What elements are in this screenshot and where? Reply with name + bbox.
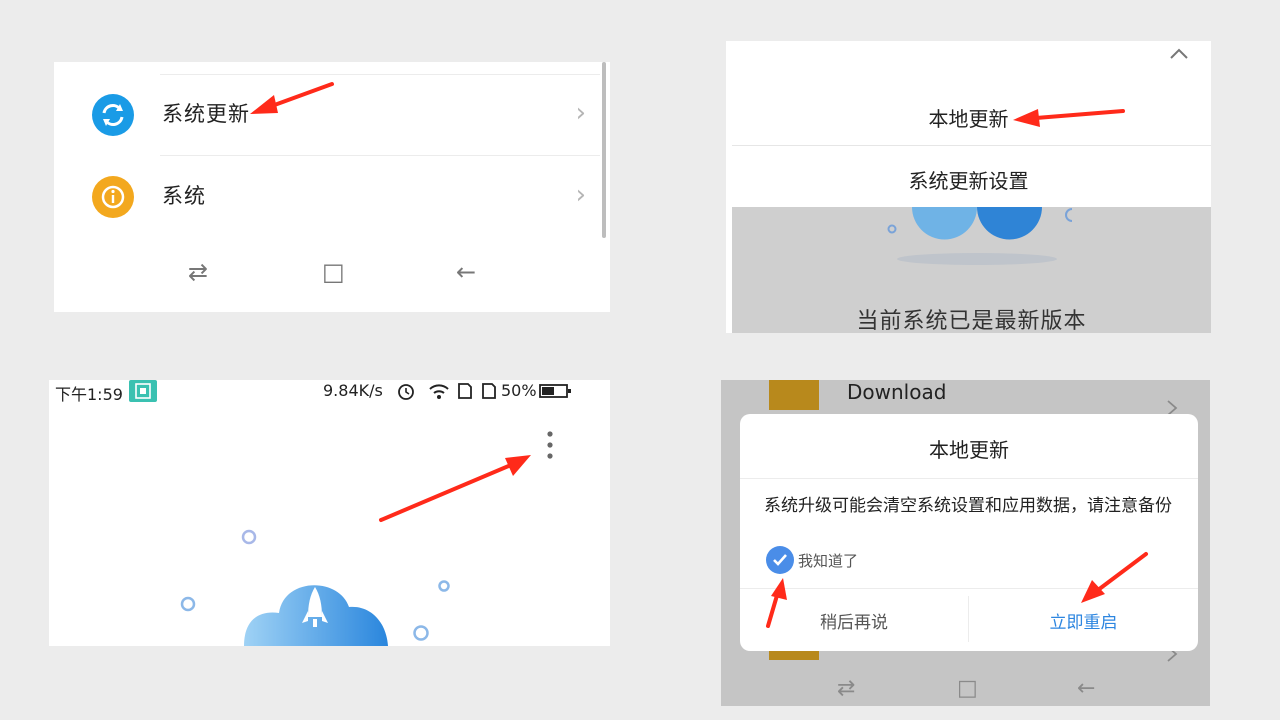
bubbles-illustration xyxy=(887,207,1072,265)
alarm-icon xyxy=(398,384,414,400)
chevron-up-icon[interactable] xyxy=(1168,47,1190,61)
clock-time: 下午1:59 xyxy=(55,385,123,404)
checkbox-label[interactable]: 我知道了 xyxy=(798,550,858,571)
settings-item-system[interactable]: 系统 › xyxy=(54,156,600,236)
status-bar: 下午1:59 9.84K/s 50% xyxy=(49,380,610,404)
network-speed: 9.84K/s xyxy=(323,381,383,400)
navigation-bar: ⇄ □ ← xyxy=(721,676,1210,706)
chevron-right-icon: › xyxy=(575,180,586,210)
settings-item-label: 系统 xyxy=(162,184,206,208)
confirm-dialog: 本地更新 系统升级可能会清空系统设置和应用数据，请注意备份 我知道了 稍后再说 … xyxy=(740,414,1198,651)
home-icon[interactable]: □ xyxy=(957,676,978,701)
status-message: 当前系统已是最新版本 xyxy=(856,309,1087,333)
chevron-right-icon: › xyxy=(575,98,586,128)
local-update-dialog-panel: Download 本地更新 系统升级可能会清空系统设置和应用数据，请注意备份 我… xyxy=(721,380,1210,706)
dimmed-background: 当前系统已是最新版本 xyxy=(732,207,1211,333)
rocket-cloud-illustration xyxy=(180,529,450,646)
menu-item-update-settings[interactable]: 系统更新设置 xyxy=(726,165,1211,194)
divider xyxy=(732,145,1211,146)
divider xyxy=(740,588,1198,589)
sim-card-icon xyxy=(458,383,472,399)
back-icon[interactable]: ← xyxy=(1077,676,1095,701)
home-icon[interactable]: □ xyxy=(322,258,345,286)
settings-item-label: 系统更新 xyxy=(162,102,250,126)
switch-apps-icon[interactable]: ⇄ xyxy=(188,258,208,286)
update-app-panel: 下午1:59 9.84K/s 50% xyxy=(49,380,610,646)
dialog-message: 系统升级可能会清空系统设置和应用数据，请注意备份 xyxy=(764,496,1172,516)
back-icon[interactable]: ← xyxy=(456,258,476,286)
restart-now-button[interactable]: 立即重启 xyxy=(969,608,1198,633)
settings-list-panel: 系统更新 › 系统 › ⇄ □ ← xyxy=(54,62,610,312)
divider xyxy=(740,478,1198,479)
checkbox-checked-icon[interactable] xyxy=(766,546,794,574)
navigation-bar: ⇄ □ ← xyxy=(54,254,610,294)
dialog-title: 本地更新 xyxy=(929,438,1009,462)
later-button[interactable]: 稍后再说 xyxy=(740,608,968,633)
scrollbar[interactable] xyxy=(602,62,606,238)
folder-name[interactable]: Download xyxy=(847,380,946,404)
more-vertical-icon[interactable] xyxy=(543,430,557,462)
wifi-icon xyxy=(429,384,449,399)
settings-item-system-update[interactable]: 系统更新 › xyxy=(54,74,600,154)
info-icon xyxy=(92,176,134,218)
update-menu-panel: 本地更新 系统更新设置 当前系统已是最新版本 xyxy=(726,41,1211,333)
switch-apps-icon[interactable]: ⇄ xyxy=(837,676,855,701)
sync-icon xyxy=(92,94,134,136)
battery-icon xyxy=(539,384,571,398)
battery-percent: 50% xyxy=(501,381,537,400)
sim-card-icon xyxy=(482,383,496,399)
menu-item-local-update[interactable]: 本地更新 xyxy=(726,103,1211,132)
screenshot-icon xyxy=(129,380,157,402)
folder-icon xyxy=(769,380,819,410)
